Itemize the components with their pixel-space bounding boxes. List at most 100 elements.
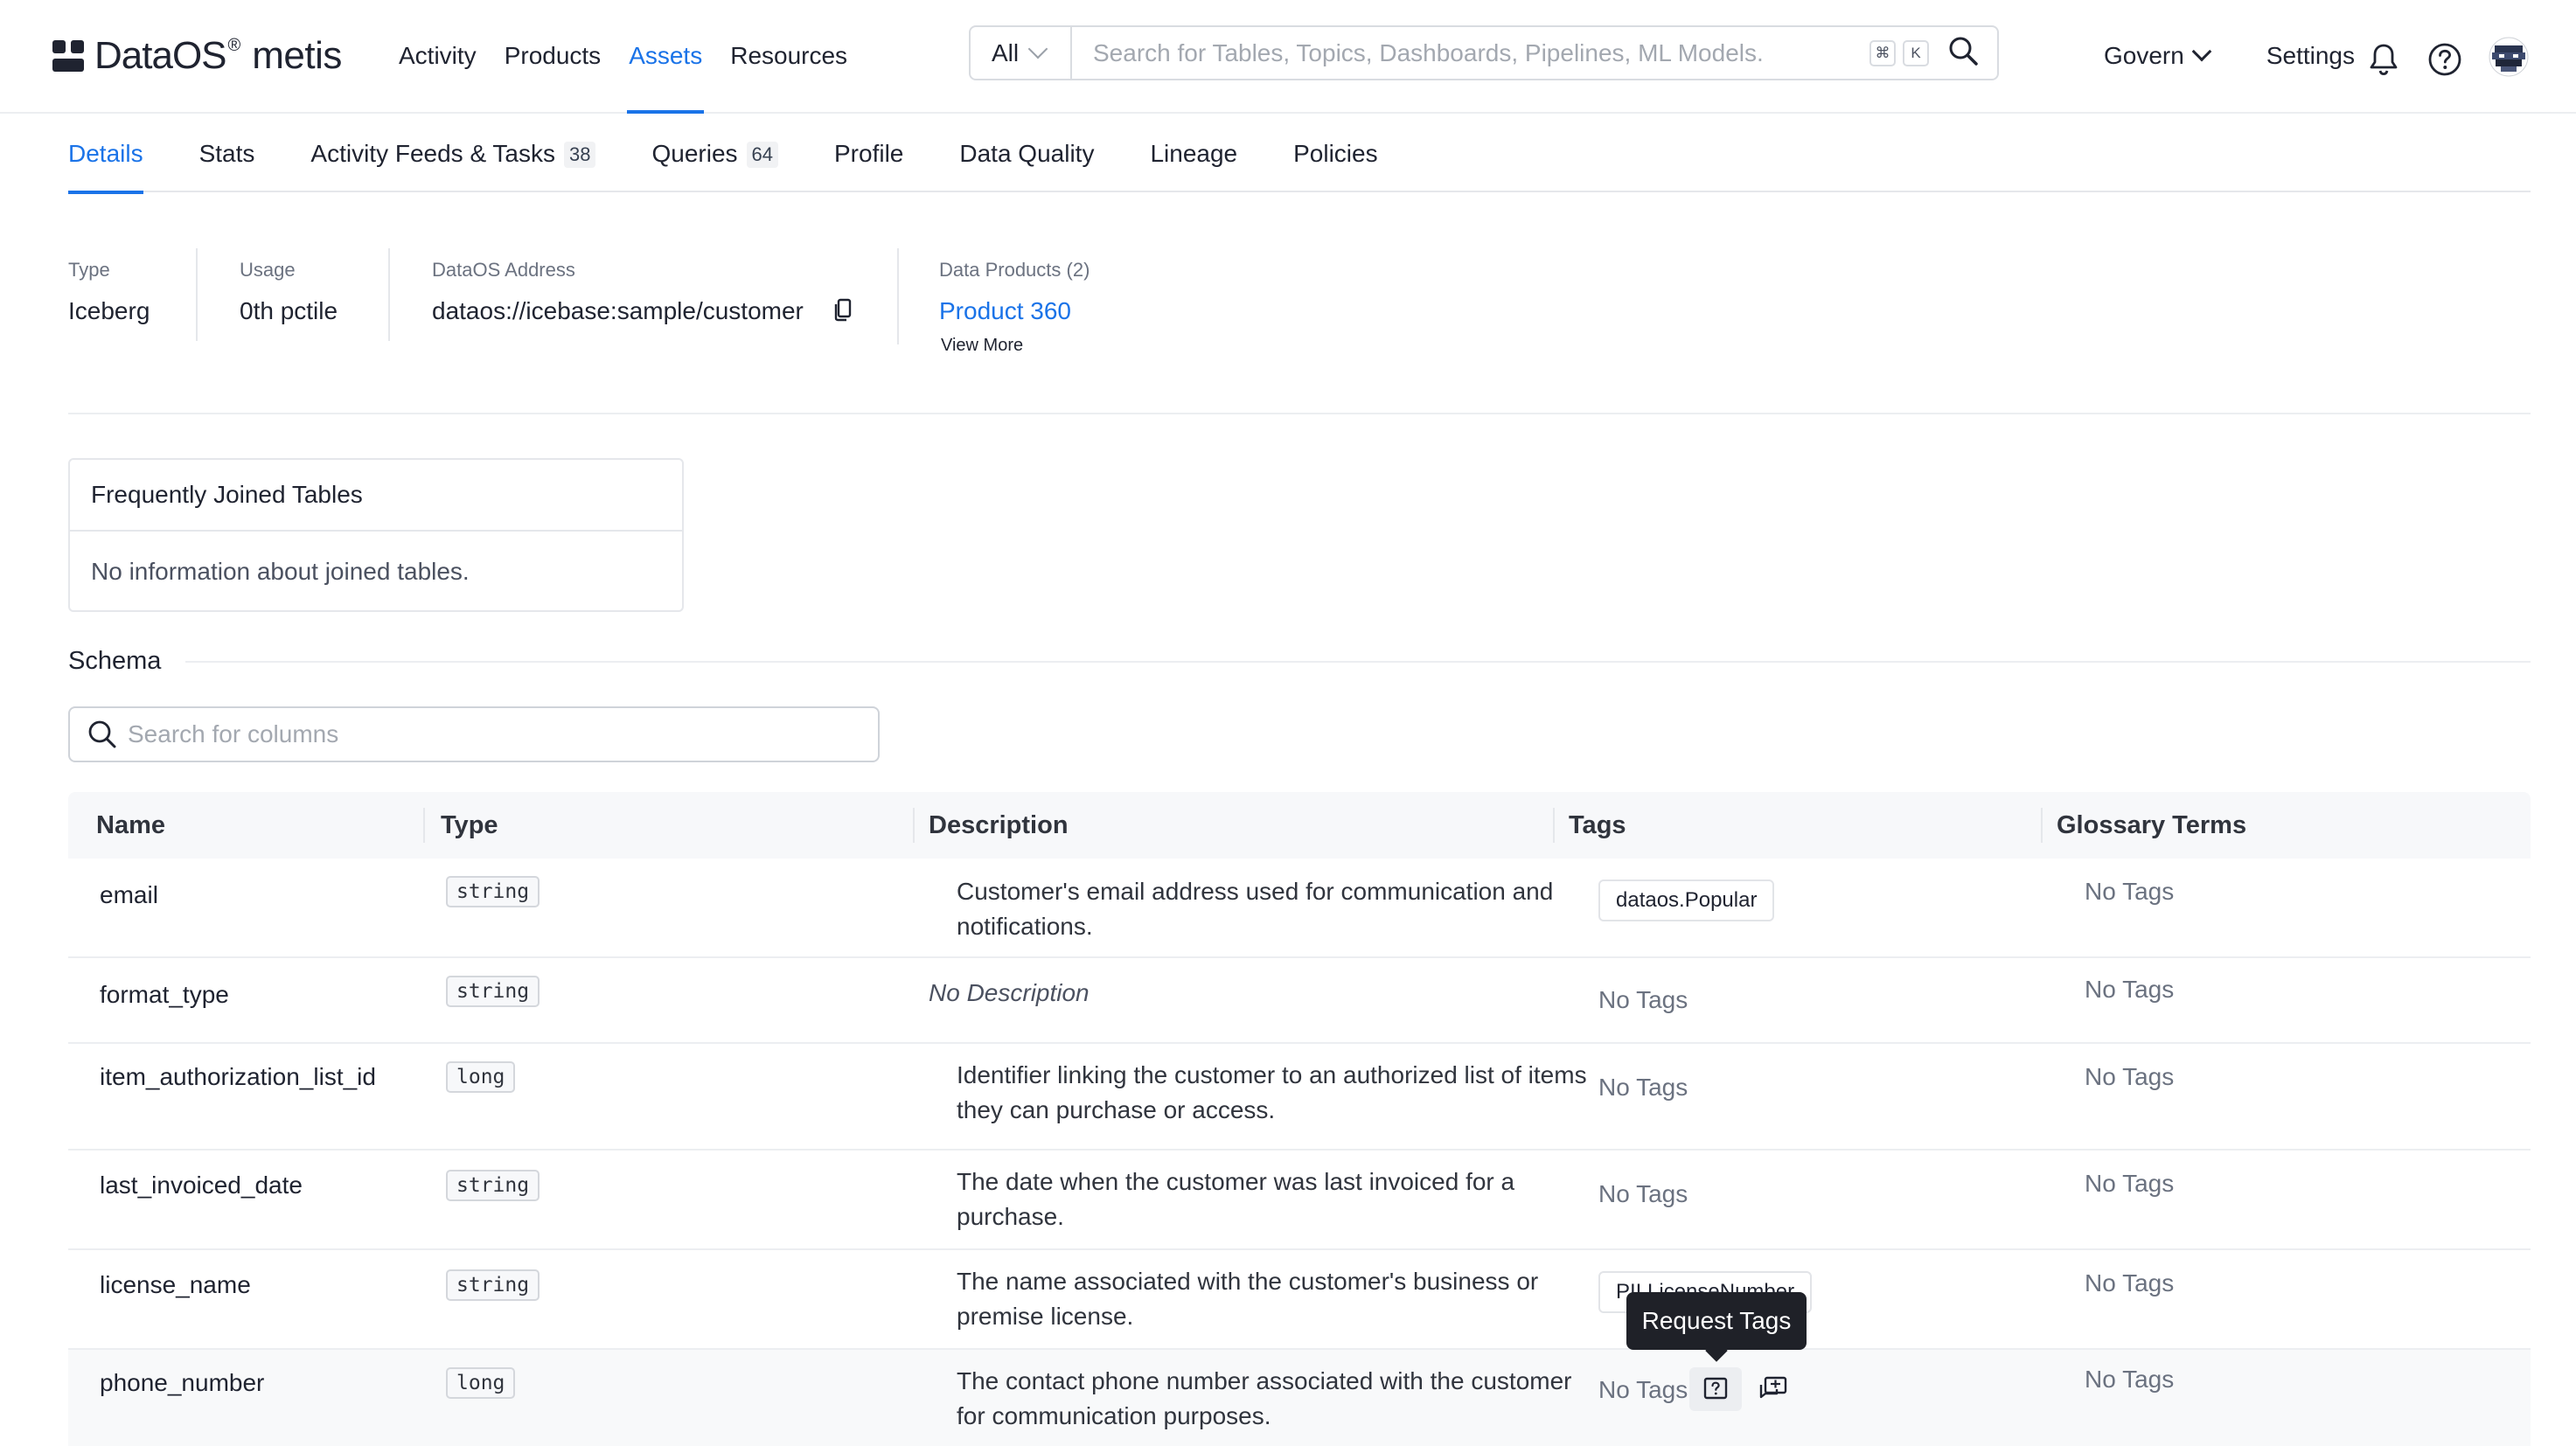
column-search-input[interactable]: Search for columns bbox=[68, 706, 880, 762]
column-separator[interactable] bbox=[2041, 808, 2043, 843]
tab-details[interactable]: Details bbox=[68, 114, 143, 194]
data-products-label: Data Products (2) bbox=[939, 259, 1090, 281]
type-value: Iceberg bbox=[68, 297, 150, 324]
nav-assets[interactable]: Assets bbox=[627, 42, 705, 114]
settings-link[interactable]: Settings bbox=[2266, 42, 2355, 70]
tags-value: No Tags bbox=[1598, 1180, 1688, 1207]
column-header-name[interactable]: Name bbox=[96, 811, 165, 840]
address-label: DataOS Address bbox=[432, 259, 575, 281]
column-description[interactable]: The contact phone number associated with… bbox=[957, 1364, 1588, 1434]
joined-tables-empty: No information about joined tables. bbox=[91, 558, 470, 585]
shortcut-cmd-key: ⌘ bbox=[1869, 39, 1896, 66]
column-description[interactable]: Identifier linking the customer to an au… bbox=[957, 1058, 1588, 1128]
search-icon bbox=[88, 720, 116, 748]
card-divider bbox=[70, 530, 682, 532]
divider bbox=[196, 248, 198, 341]
type-label: Type bbox=[68, 259, 110, 281]
view-more-link[interactable]: View More bbox=[941, 336, 1023, 356]
section-divider bbox=[68, 413, 2531, 414]
glossary-value: No Tags bbox=[2085, 1170, 2175, 1197]
dataos-logo-icon bbox=[52, 40, 84, 72]
suggest-tags-button[interactable] bbox=[1747, 1367, 1800, 1411]
divider bbox=[388, 248, 390, 341]
schema-divider bbox=[185, 661, 2531, 663]
nav-resources[interactable]: Resources bbox=[730, 42, 847, 114]
column-type: long bbox=[446, 1367, 516, 1399]
column-description[interactable]: Customer's email address used for commun… bbox=[957, 874, 1588, 944]
govern-menu[interactable]: Govern bbox=[2104, 41, 2212, 70]
joined-tables-card: Frequently Joined Tables No information … bbox=[68, 458, 684, 612]
glossary-value: No Tags bbox=[2085, 976, 2175, 1003]
table-row: format_type string No Description No Tag… bbox=[68, 958, 2531, 1044]
column-separator[interactable] bbox=[1553, 808, 1555, 843]
help-icon[interactable] bbox=[2427, 42, 2462, 81]
request-tags-button[interactable] bbox=[1689, 1367, 1742, 1411]
glossary-value: No Tags bbox=[2085, 1366, 2175, 1393]
table-row: item_authorization_list_id long Identifi… bbox=[68, 1044, 2531, 1151]
column-description[interactable]: The name associated with the customer's … bbox=[957, 1264, 1588, 1334]
glossary-value: No Tags bbox=[2085, 1063, 2175, 1090]
tab-count-badge: 64 bbox=[746, 142, 778, 168]
column-type: string bbox=[446, 976, 540, 1007]
copy-icon[interactable] bbox=[832, 297, 853, 328]
column-separator[interactable] bbox=[423, 808, 425, 843]
column-type: string bbox=[446, 1269, 540, 1301]
request-tags-tooltip: Request Tags bbox=[1626, 1292, 1807, 1350]
global-search: All Search for Tables, Topics, Dashboard… bbox=[969, 25, 1999, 80]
usage-label: Usage bbox=[240, 259, 296, 281]
right-nav: Govern Settings bbox=[2104, 41, 2355, 70]
search-icon[interactable] bbox=[1948, 36, 1978, 70]
table-row: last_invoiced_date string The date when … bbox=[68, 1151, 2531, 1250]
chevron-down-icon bbox=[2191, 41, 2212, 62]
table-row: email string Customer's email address us… bbox=[68, 859, 2531, 958]
tab-queries[interactable]: Queries 64 bbox=[651, 114, 778, 192]
table-row: phone_number long The contact phone numb… bbox=[68, 1350, 2531, 1446]
nav-products[interactable]: Products bbox=[505, 42, 602, 114]
tab-policies[interactable]: Policies bbox=[1293, 114, 1377, 192]
column-separator[interactable] bbox=[913, 808, 915, 843]
search-input[interactable]: Search for Tables, Topics, Dashboards, P… bbox=[1072, 39, 1859, 67]
app-logo[interactable]: DataOS ® metis bbox=[52, 31, 342, 80]
asset-tabs: Details Stats Activity Feeds & Tasks 38 Q… bbox=[68, 114, 2531, 194]
search-filter-select[interactable]: All bbox=[971, 27, 1072, 79]
divider bbox=[897, 248, 899, 344]
search-filter-value: All bbox=[992, 38, 1020, 66]
column-search-placeholder: Search for columns bbox=[128, 720, 339, 747]
tab-lineage[interactable]: Lineage bbox=[1150, 114, 1237, 192]
tab-profile[interactable]: Profile bbox=[834, 114, 903, 192]
column-name: item_authorization_list_id bbox=[100, 1063, 376, 1090]
column-type: string bbox=[446, 1170, 540, 1201]
tab-data-quality[interactable]: Data Quality bbox=[959, 114, 1094, 192]
nav-activity[interactable]: Activity bbox=[399, 42, 477, 114]
main-nav: Activity Products Assets Resources bbox=[399, 42, 875, 114]
address-value: dataos://icebase:sample/customer bbox=[432, 297, 804, 324]
tab-count-badge: 38 bbox=[563, 142, 596, 168]
bell-icon[interactable] bbox=[2368, 42, 2399, 81]
logo-product-name: metis bbox=[252, 34, 342, 77]
schema-table-header: Name Type Description Tags Glossary Term… bbox=[68, 792, 2531, 859]
tag-chip[interactable]: dataos.Popular bbox=[1598, 879, 1775, 921]
column-header-type[interactable]: Type bbox=[441, 811, 498, 840]
column-name: last_invoiced_date bbox=[100, 1171, 303, 1199]
column-description[interactable]: No Description bbox=[929, 976, 1560, 1011]
glossary-value: No Tags bbox=[2085, 1269, 2175, 1297]
column-header-description[interactable]: Description bbox=[929, 811, 1069, 840]
tags-value: No Tags bbox=[1598, 986, 1688, 1013]
data-product-link[interactable]: Product 360 bbox=[939, 297, 1071, 325]
column-name: license_name bbox=[100, 1271, 251, 1298]
table-row: license_name string The name associated … bbox=[68, 1250, 2531, 1350]
column-name: email bbox=[100, 881, 158, 908]
conversation-icon bbox=[1759, 1376, 1787, 1399]
request-tags-icon bbox=[1703, 1377, 1728, 1400]
usage-value: 0th pctile bbox=[240, 297, 338, 324]
tab-stats[interactable]: Stats bbox=[199, 114, 255, 192]
column-type: string bbox=[446, 876, 540, 907]
column-header-tags[interactable]: Tags bbox=[1569, 811, 1626, 840]
tags-value: No Tags bbox=[1598, 1376, 1688, 1403]
user-avatar[interactable] bbox=[2489, 37, 2529, 81]
top-bar: DataOS ® metis Activity Products Assets R… bbox=[0, 0, 2576, 114]
tab-activity-feeds[interactable]: Activity Feeds & Tasks 38 bbox=[310, 114, 596, 192]
column-description[interactable]: The date when the customer was last invo… bbox=[957, 1164, 1588, 1234]
column-header-glossary[interactable]: Glossary Terms bbox=[2057, 811, 2246, 840]
tags-value: No Tags bbox=[1598, 1074, 1688, 1101]
